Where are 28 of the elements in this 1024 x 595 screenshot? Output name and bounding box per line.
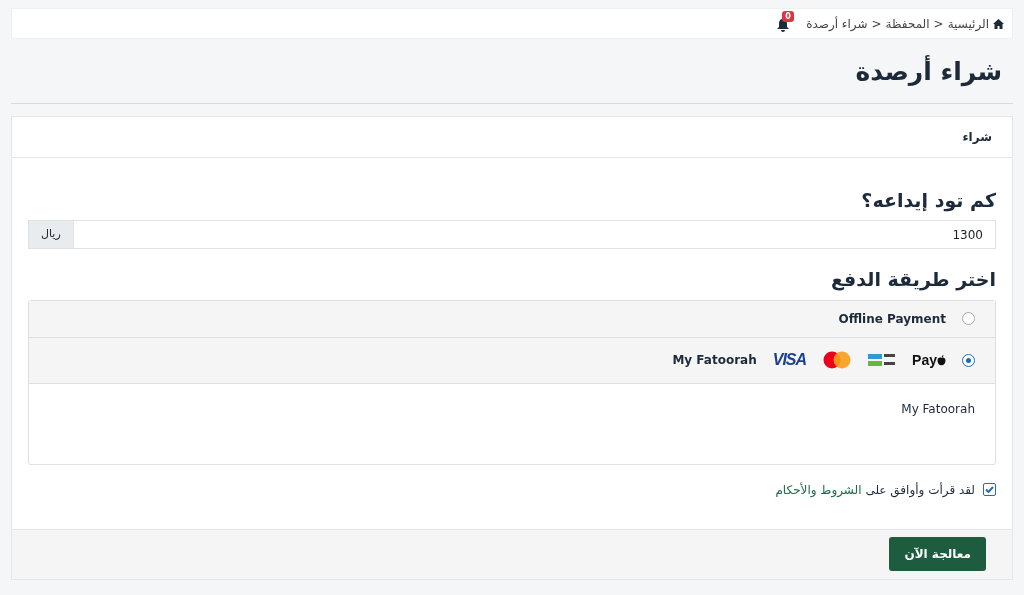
apple-pay-logo: Pay bbox=[912, 350, 937, 370]
terms-text: لقد قرأت وأوافق على الشروط والأحكام bbox=[775, 481, 975, 499]
page-title: شراء أرصدة bbox=[854, 54, 1002, 89]
home-icon[interactable] bbox=[993, 18, 1004, 29]
mastercard-logo-icon bbox=[822, 351, 853, 369]
breadcrumb-link[interactable]: الرئيسية bbox=[947, 14, 989, 33]
apple-icon bbox=[937, 354, 946, 366]
breadcrumb-separator: < bbox=[871, 15, 882, 33]
section-heading: اختر طريقة الدفع bbox=[829, 267, 996, 293]
section-heading: كم تود إيداعه؟ bbox=[860, 187, 996, 214]
visa-logo: VISA bbox=[772, 350, 807, 370]
card-logo-icon bbox=[868, 352, 897, 368]
radio-button[interactable] bbox=[962, 312, 975, 325]
payment-details-text: My Fatoorah bbox=[901, 401, 975, 416]
breadcrumb-current: شراء أرصدة bbox=[806, 15, 868, 33]
breadcrumb-link[interactable]: المحفظة bbox=[885, 14, 930, 33]
payment-method-label: Offline Payment bbox=[838, 310, 946, 328]
payment-method-label: My Fatoorah bbox=[672, 352, 757, 369]
radio-button[interactable] bbox=[962, 353, 975, 367]
notification-count: 0 bbox=[782, 10, 794, 22]
currency-label: ريال bbox=[28, 220, 74, 249]
terms-link[interactable]: الشروط والأحكام bbox=[775, 482, 862, 497]
breadcrumb-separator: < bbox=[933, 15, 944, 33]
terms-checkbox[interactable] bbox=[983, 483, 996, 496]
process-button[interactable]: معالجة الآن bbox=[889, 537, 986, 571]
card-title: شراء bbox=[962, 128, 992, 146]
amount-field[interactable]: 1300 bbox=[72, 220, 996, 249]
checkmark-icon bbox=[985, 486, 994, 493]
